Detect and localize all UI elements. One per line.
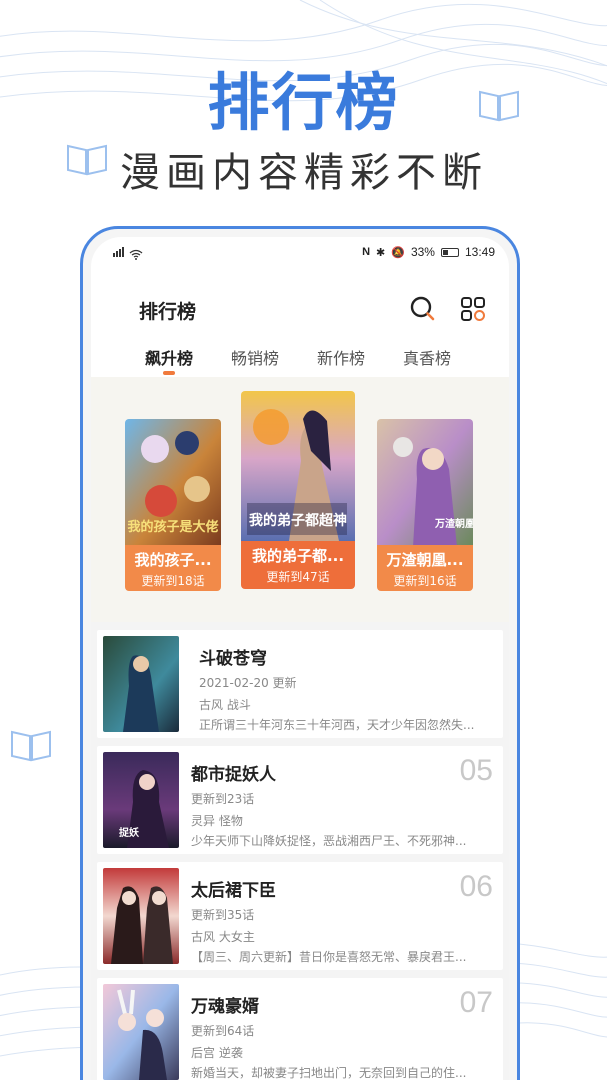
battery-icon [440, 247, 459, 257]
tab-new[interactable]: 新作榜 [317, 345, 365, 369]
row-tags: 灵异 怪物 [191, 814, 243, 828]
comic-cover: 捉妖 [103, 752, 179, 848]
list-item[interactable]: 捉妖 都市捉妖人 更新到23话 灵异 怪物 少年天师下山降妖捉怪，恶战湘西尸王、… [97, 746, 503, 854]
comic-cover: 我的孩子是大佬 [125, 419, 221, 547]
comic-cover [103, 868, 179, 964]
search-icon[interactable] [409, 295, 437, 323]
row-description: 【周三、周六更新】昔日你是喜怒无常、暴戾君王... [191, 950, 467, 964]
row-title: 斗破苍穹 [199, 649, 267, 669]
comic-cover [103, 636, 179, 732]
phone-frame: N ✱ 🔕 33% 13:49 排行榜 飙升榜 畅销榜 新作榜 真香榜 我的孩子… [80, 226, 520, 1080]
tab-popular[interactable]: 真香榜 [403, 345, 451, 369]
row-title: 太后裙下臣 [191, 881, 276, 901]
podium-card[interactable]: 我的孩子是大佬 我的孩子... 更新到18话 [125, 419, 221, 591]
row-title: 都市捉妖人 [191, 765, 276, 785]
wifi-icon [129, 249, 143, 260]
comic-cover [103, 984, 179, 1080]
bluetooth-icon: ✱ [376, 246, 386, 259]
list-item[interactable]: 太后裙下臣 更新到35话 古风 大女主 【周三、周六更新】昔日你是喜怒无常、暴戾… [97, 862, 503, 970]
battery-percent: 33% [410, 245, 435, 259]
top-three-podium: 我的孩子是大佬 我的孩子... 更新到18话 我的弟子都超神 我的弟子都... … [91, 377, 509, 622]
comic-cover: 我的弟子都超神 [241, 391, 355, 541]
list-item[interactable]: 斗破苍穹 2021-02-20 更新 古风 战斗 正所谓三十年河东三十年河西，天… [97, 630, 503, 738]
mute-icon: 🔕 [391, 246, 405, 259]
card-info: 我的弟子都... 更新到47话 [241, 541, 355, 589]
cover-logo-text: 我的弟子都超神 [249, 512, 347, 529]
book-icon [67, 144, 107, 176]
rank-number: 05 [459, 754, 493, 787]
list-item[interactable]: 万魂豪婿 更新到64话 后宫 逆袭 新婚当天，却被妻子扫地出门，无奈回到自己的住… [97, 978, 503, 1080]
row-tags: 后宫 逆袭 [191, 1046, 243, 1060]
card-title: 我的弟子都... [251, 547, 345, 565]
tab-active-indicator [163, 371, 175, 375]
grid-icon[interactable] [459, 295, 487, 323]
row-update: 更新到23话 [191, 792, 255, 806]
promo-subtitle: 漫画内容精彩不断 [120, 150, 488, 196]
row-update: 更新到64话 [191, 1024, 255, 1038]
podium-card[interactable]: 我的弟子都超神 我的弟子都... 更新到47话 [241, 391, 355, 589]
row-description: 正所谓三十年河东三十年河西，天才少年因忽然失... [199, 718, 475, 732]
status-time: 13:49 [464, 245, 495, 259]
ranking-list: 斗破苍穹 2021-02-20 更新 古风 战斗 正所谓三十年河东三十年河西，天… [91, 622, 509, 1080]
nfc-icon: N [362, 246, 371, 258]
row-description: 新婚当天，却被妻子扫地出门，无奈回到自己的住... [191, 1066, 467, 1080]
row-title: 万魂豪婿 [191, 997, 259, 1017]
row-tags: 古风 战斗 [199, 698, 251, 712]
signal-icon [113, 246, 125, 260]
app-screen: N ✱ 🔕 33% 13:49 排行榜 飙升榜 畅销榜 新作榜 真香榜 我的孩子… [91, 237, 509, 1080]
card-update: 更新到18话 [141, 574, 205, 588]
cover-logo-text: 我的孩子是大佬 [127, 519, 218, 535]
rank-number: 07 [459, 986, 493, 1019]
cover-logo-text: 万渣朝凰 [434, 517, 473, 530]
book-icon [11, 730, 51, 762]
card-update: 更新到16话 [393, 574, 457, 588]
app-bar: 排行榜 [91, 289, 509, 329]
card-update: 更新到47话 [266, 570, 330, 584]
tab-bestselling[interactable]: 畅销榜 [231, 345, 279, 369]
status-bar: N ✱ 🔕 33% 13:49 [91, 237, 509, 267]
row-tags: 古风 大女主 [191, 930, 255, 944]
card-info: 万渣朝凰... 更新到16话 [377, 545, 473, 591]
podium-card[interactable]: 万渣朝凰 万渣朝凰... 更新到16话 [377, 419, 473, 591]
tab-soaring[interactable]: 飙升榜 [145, 345, 193, 369]
comic-cover: 万渣朝凰 [377, 419, 473, 547]
card-title: 万渣朝凰... [386, 551, 464, 569]
page-title: 排行榜 [139, 301, 197, 323]
card-info: 我的孩子... 更新到18话 [125, 545, 221, 591]
row-update: 2021-02-20 更新 [199, 676, 297, 690]
cover-logo-text: 捉妖 [119, 826, 139, 839]
card-title: 我的孩子... [134, 551, 212, 569]
rank-number: 06 [459, 870, 493, 903]
row-description: 少年天师下山降妖捉怪，恶战湘西尸王、不死邪神... [191, 834, 467, 848]
row-update: 更新到35话 [191, 908, 255, 922]
book-icon [479, 90, 519, 122]
